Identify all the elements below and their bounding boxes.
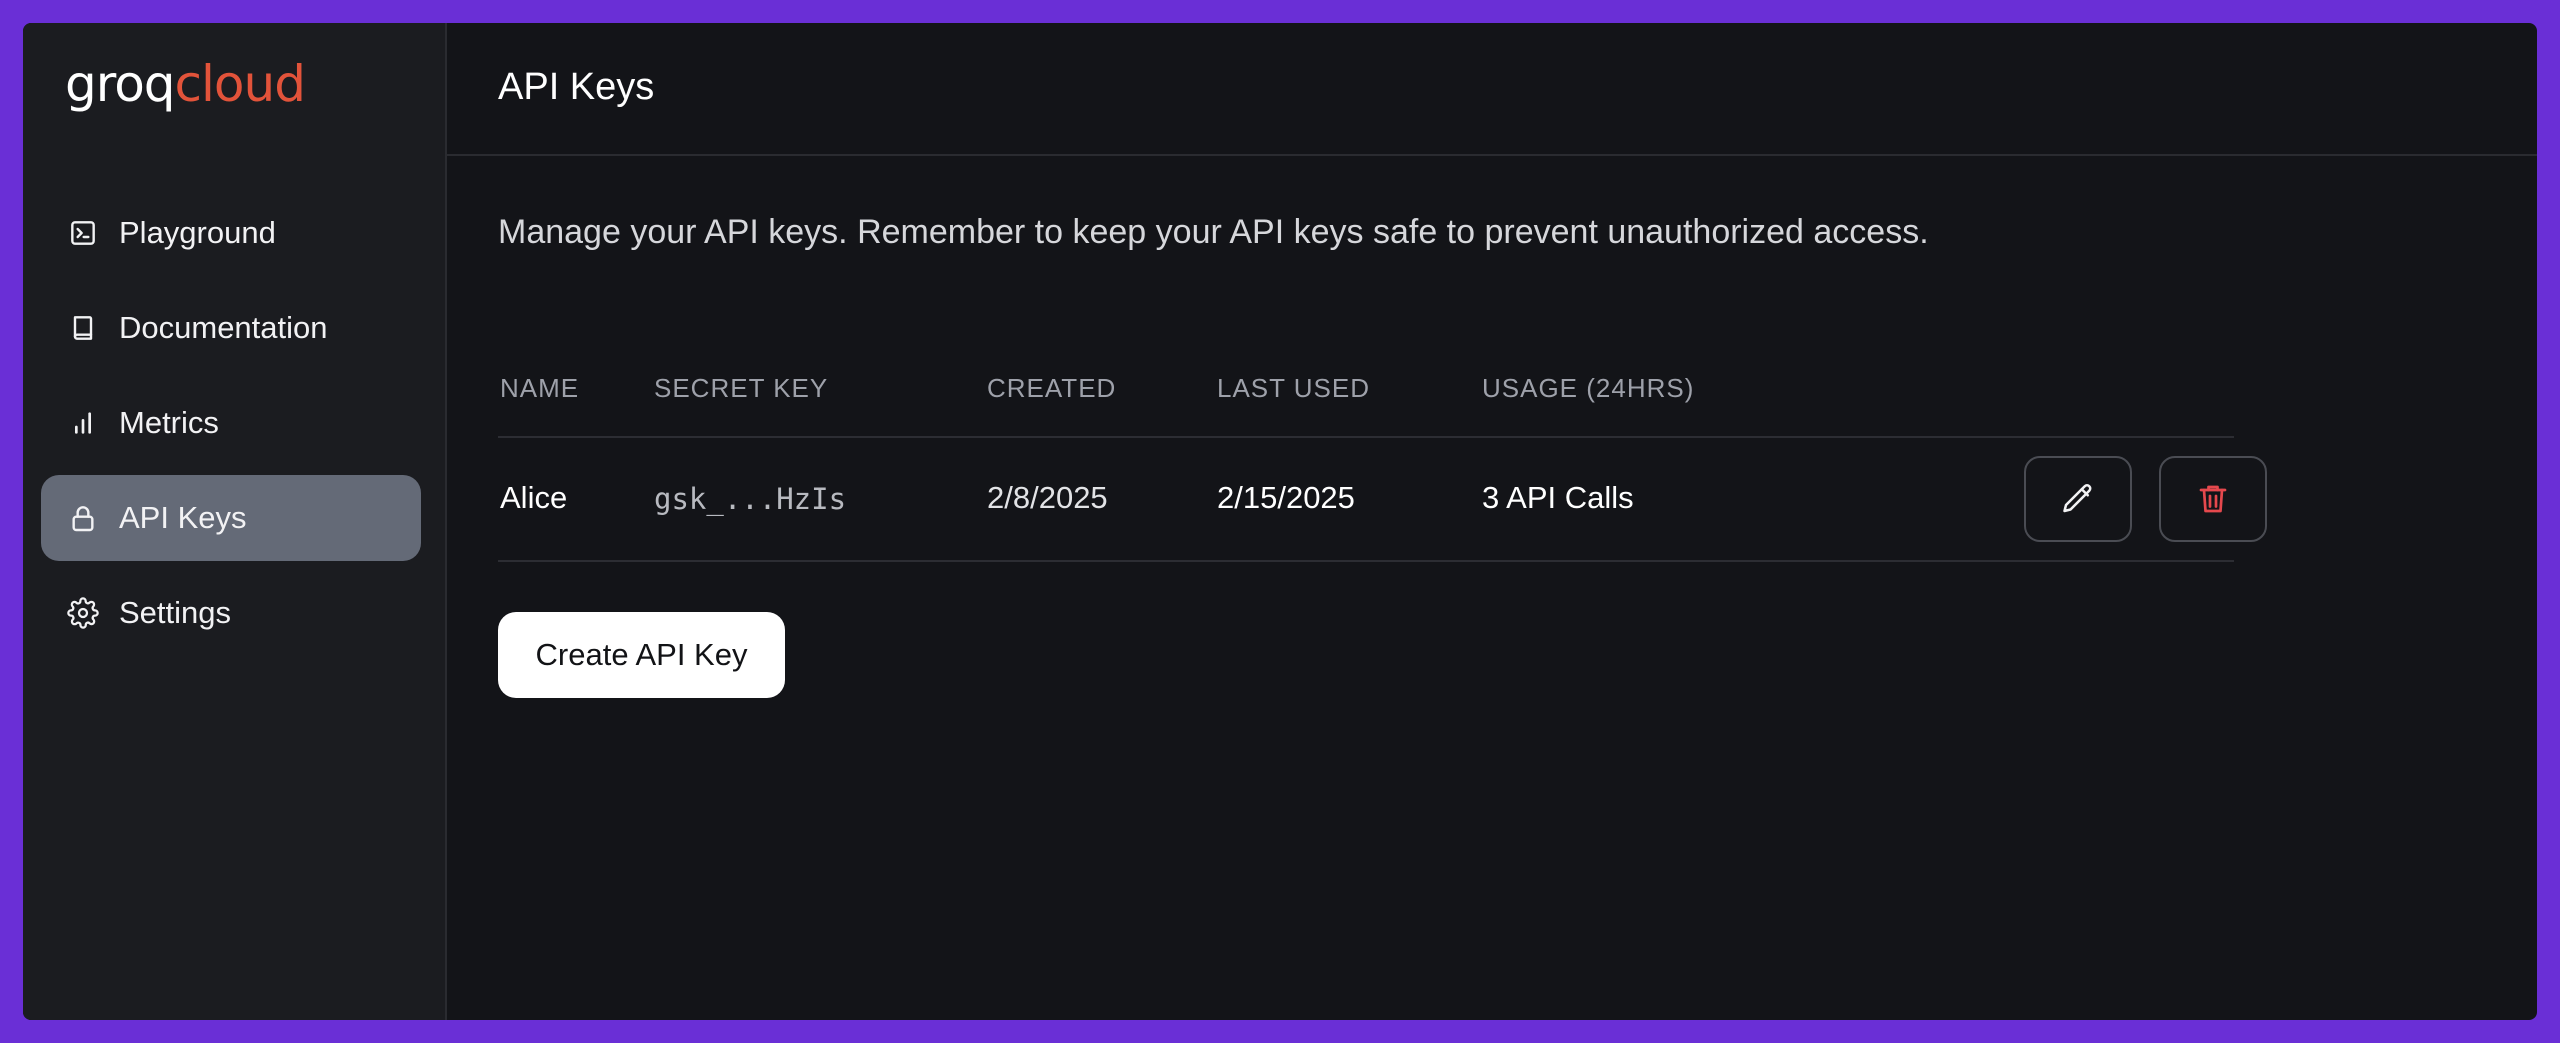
created-date: 2/8/2025 <box>987 480 1108 515</box>
sidebar-item-settings[interactable]: Settings <box>41 570 421 656</box>
sidebar-nav: Playground Documentation Metrics API Key… <box>41 190 421 665</box>
column-header-usage: USAGE (24HRS) <box>1482 373 1695 403</box>
pencil-icon <box>2060 481 2096 517</box>
book-icon <box>67 312 99 344</box>
sidebar-item-label: Playground <box>119 215 276 250</box>
sidebar-item-label: Settings <box>119 595 232 630</box>
logo-groq: groq <box>65 55 176 113</box>
column-header-name: NAME <box>500 373 580 403</box>
terminal-icon <box>67 217 99 249</box>
table-header: NAME SECRET KEY CREATED LAST USED USAGE … <box>498 343 2234 438</box>
delete-key-button[interactable] <box>2159 456 2267 542</box>
column-header-created: CREATED <box>987 373 1117 403</box>
page-description: Manage your API keys. Remember to keep y… <box>498 213 1929 251</box>
app-window: groqcloud Playground Documentation Metri… <box>23 23 2537 1020</box>
page-header: API Keys <box>447 23 2537 156</box>
groqcloud-logo[interactable]: groqcloud <box>65 59 306 109</box>
logo-cloud: cloud <box>174 55 306 113</box>
table-row: Alice gsk_...HzIs 2/8/2025 2/15/2025 3 A… <box>498 438 2267 562</box>
last-used-date: 2/15/2025 <box>1217 480 1355 515</box>
sidebar-item-label: Documentation <box>119 310 328 345</box>
gear-icon <box>67 597 99 629</box>
usage-value: 3 API Calls <box>1482 480 1634 515</box>
column-header-secret-key: SECRET KEY <box>654 373 829 403</box>
lock-icon <box>67 502 99 534</box>
key-name: Alice <box>500 480 568 515</box>
column-header-last-used: LAST USED <box>1217 373 1371 403</box>
page-title: API Keys <box>498 66 655 108</box>
api-keys-table: NAME SECRET KEY CREATED LAST USED USAGE … <box>498 343 2267 562</box>
edit-key-button[interactable] <box>2024 456 2132 542</box>
main-content: API Keys Manage your API keys. Remember … <box>447 23 2537 1020</box>
trash-icon <box>2195 481 2231 517</box>
sidebar-item-label: API Keys <box>119 500 247 535</box>
sidebar-item-api-keys[interactable]: API Keys <box>41 475 421 561</box>
sidebar-item-label: Metrics <box>119 405 219 440</box>
secret-key-value: gsk_...HzIs <box>654 482 847 516</box>
create-api-key-button[interactable]: Create API Key <box>498 612 785 698</box>
bar-chart-icon <box>67 407 99 439</box>
sidebar-item-documentation[interactable]: Documentation <box>41 285 421 371</box>
sidebar-item-metrics[interactable]: Metrics <box>41 380 421 466</box>
sidebar-item-playground[interactable]: Playground <box>41 190 421 276</box>
sidebar: groqcloud Playground Documentation Metri… <box>23 23 447 1020</box>
